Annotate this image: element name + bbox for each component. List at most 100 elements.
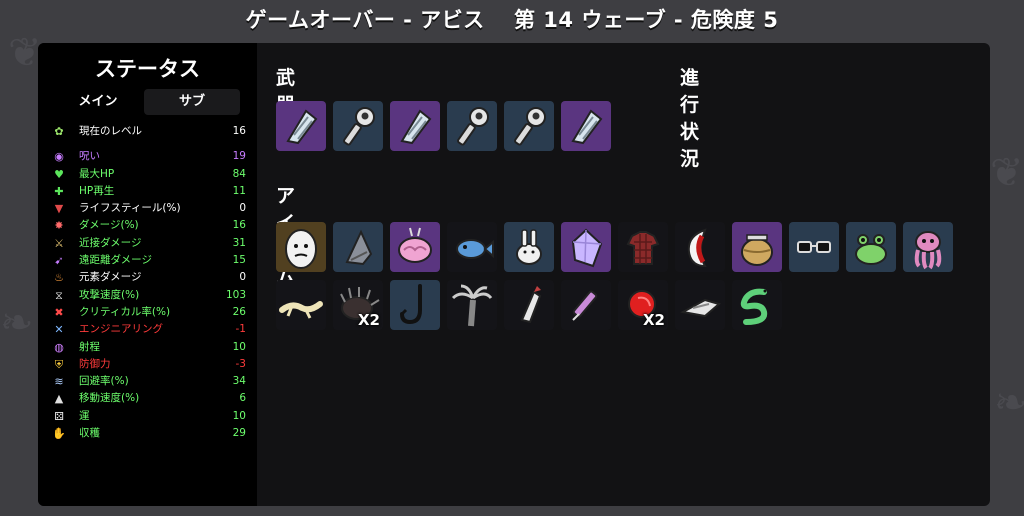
item-slot[interactable] (276, 222, 326, 272)
item-slot[interactable] (732, 280, 782, 330)
stat-row[interactable]: ▲ 移動速度(%) 6 (48, 390, 252, 407)
stat-row[interactable]: ✕ エンジニアリング -1 (48, 321, 252, 338)
stat-row[interactable]: ⚄ 運 10 (48, 408, 252, 425)
stat-value: -1 (235, 323, 246, 336)
stat-value: 15 (232, 254, 246, 267)
item-slot[interactable] (276, 280, 326, 330)
stat-row[interactable]: ✚ HP再生 11 (48, 183, 252, 200)
weapon-slot[interactable] (561, 101, 611, 151)
stat-label: 射程 (79, 340, 100, 353)
stat-row[interactable]: ⚔ 近接ダメージ 31 (48, 235, 252, 252)
stat-label: ダメージ(%) (79, 219, 139, 232)
stats-title: ステータス (95, 57, 200, 81)
item-slot[interactable] (390, 222, 440, 272)
progress-heading: 進行状況 (680, 67, 700, 170)
item-slot[interactable] (618, 222, 668, 272)
weapon-slot[interactable] (276, 101, 326, 151)
stat-value: 0 (239, 271, 246, 284)
ranged-icon: ➹ (54, 254, 64, 268)
stat-label: 現在のレベル (79, 125, 142, 137)
tab-sub[interactable]: サブ (144, 89, 240, 115)
item-slot[interactable] (675, 280, 725, 330)
item-slot[interactable] (561, 280, 611, 330)
speed-icon: ▲ (54, 392, 64, 406)
stat-label: 元素ダメージ (79, 271, 142, 284)
item-slot[interactable] (504, 280, 554, 330)
curse-icon: ◉ (54, 150, 64, 164)
item-count-badge: X2 (357, 311, 380, 329)
game-over-title: ゲームオーバー - アビス 第 14 ウェーブ - 危険度 5 (245, 8, 779, 32)
item-slot[interactable] (333, 222, 383, 272)
item-slot[interactable]: X2 (618, 280, 668, 330)
stat-value: 26 (232, 305, 246, 318)
dodge-icon: ≋ (54, 375, 64, 389)
crit-icon: ✖ (54, 305, 64, 319)
stat-label: 移動速度(%) (79, 392, 140, 405)
stat-value: 10 (232, 409, 246, 422)
item-slot[interactable] (675, 222, 725, 272)
item-slot[interactable] (789, 222, 839, 272)
item-slot[interactable] (846, 222, 896, 272)
weapon-slot[interactable] (390, 101, 440, 151)
stat-value: 31 (232, 236, 246, 249)
stats-list: ✿ 現在のレベル 16 ◉ 呪い 19 ♥ 最大HP 84 ✚ HP再生 11 ▼ ライフスティール(%)… (48, 123, 252, 442)
damage-icon: ✸ (54, 219, 64, 233)
stat-row[interactable]: ◉ 呪い 19 (48, 148, 252, 165)
background-decoration: ❧ (0, 300, 34, 346)
stat-row[interactable]: ⛨ 防御力 -3 (48, 356, 252, 373)
stat-row[interactable]: ➹ 遠距離ダメージ 15 (48, 252, 252, 269)
weapon-slot[interactable] (504, 101, 554, 151)
armor-icon: ⛨ (54, 357, 64, 371)
stat-label: 防御力 (79, 357, 111, 370)
stat-row[interactable]: ♥ 最大HP 84 (48, 166, 252, 183)
stat-row[interactable]: ✿ 現在のレベル 16 (48, 123, 252, 140)
stat-row[interactable]: ⧖ 攻撃速度(%) 103 (48, 287, 252, 304)
stat-label: 近接ダメージ (79, 236, 142, 249)
stat-value: 29 (232, 427, 246, 440)
item-slot[interactable]: X2 (333, 280, 383, 330)
stat-label: 最大HP (79, 167, 115, 180)
stat-value: 16 (232, 125, 246, 137)
stat-label: 呪い (79, 150, 100, 163)
weapon-slot[interactable] (447, 101, 497, 151)
item-slot[interactable] (561, 222, 611, 272)
lifesteal-icon: ▼ (54, 202, 64, 216)
stat-value: 6 (239, 392, 246, 405)
stat-label: 攻撃速度(%) (79, 288, 140, 301)
stat-row[interactable]: ◍ 射程 10 (48, 339, 252, 356)
regen-icon: ✚ (54, 184, 64, 198)
item-slot[interactable] (390, 280, 440, 330)
luck-icon: ⚄ (54, 409, 64, 423)
stats-panel: ステータス メイン サブ ✿ 現在のレベル 16 ◉ 呪い 19 ♥ 最大HP 84 ✚ HP再生 1… (38, 43, 257, 506)
stat-row[interactable]: ♨ 元素ダメージ 0 (48, 269, 252, 286)
item-slot[interactable] (732, 222, 782, 272)
heart-icon: ♥ (54, 167, 64, 181)
game-over-panel: ステータス メイン サブ ✿ 現在のレベル 16 ◉ 呪い 19 ♥ 最大HP 84 ✚ HP再生 1… (38, 43, 990, 506)
stat-row[interactable]: ✋ 収穫 29 (48, 425, 252, 442)
stat-row[interactable]: ✸ ダメージ(%) 16 (48, 217, 252, 234)
stat-row[interactable]: ▼ ライフスティール(%) 0 (48, 200, 252, 217)
stat-row[interactable]: ✖ クリティカル率(%) 26 (48, 304, 252, 321)
stat-label: 回避率(%) (79, 375, 129, 388)
item-slot[interactable] (504, 222, 554, 272)
stat-label: 遠距離ダメージ (79, 254, 152, 267)
item-slot[interactable] (447, 280, 497, 330)
stat-label: ライフスティール(%) (79, 202, 181, 215)
tab-main[interactable]: メイン (50, 89, 146, 115)
weapon-slot[interactable] (333, 101, 383, 151)
melee-icon: ⚔ (54, 236, 64, 250)
stat-label: エンジニアリング (79, 323, 163, 336)
stat-label: クリティカル率(%) (79, 305, 171, 318)
item-slot[interactable] (903, 222, 953, 272)
stat-label: 運 (79, 409, 90, 422)
elemental-icon: ♨ (54, 271, 64, 285)
stat-value: 0 (239, 202, 246, 215)
stat-value: 34 (232, 375, 246, 388)
stat-label: 収穫 (79, 427, 100, 440)
stat-value: 11 (232, 184, 246, 197)
stat-row[interactable]: ≋ 回避率(%) 34 (48, 373, 252, 390)
attack-speed-icon: ⧖ (55, 288, 63, 302)
item-slot[interactable] (447, 222, 497, 272)
background-decoration: ❦ (8, 30, 42, 76)
item-count-badge: X2 (642, 311, 665, 329)
